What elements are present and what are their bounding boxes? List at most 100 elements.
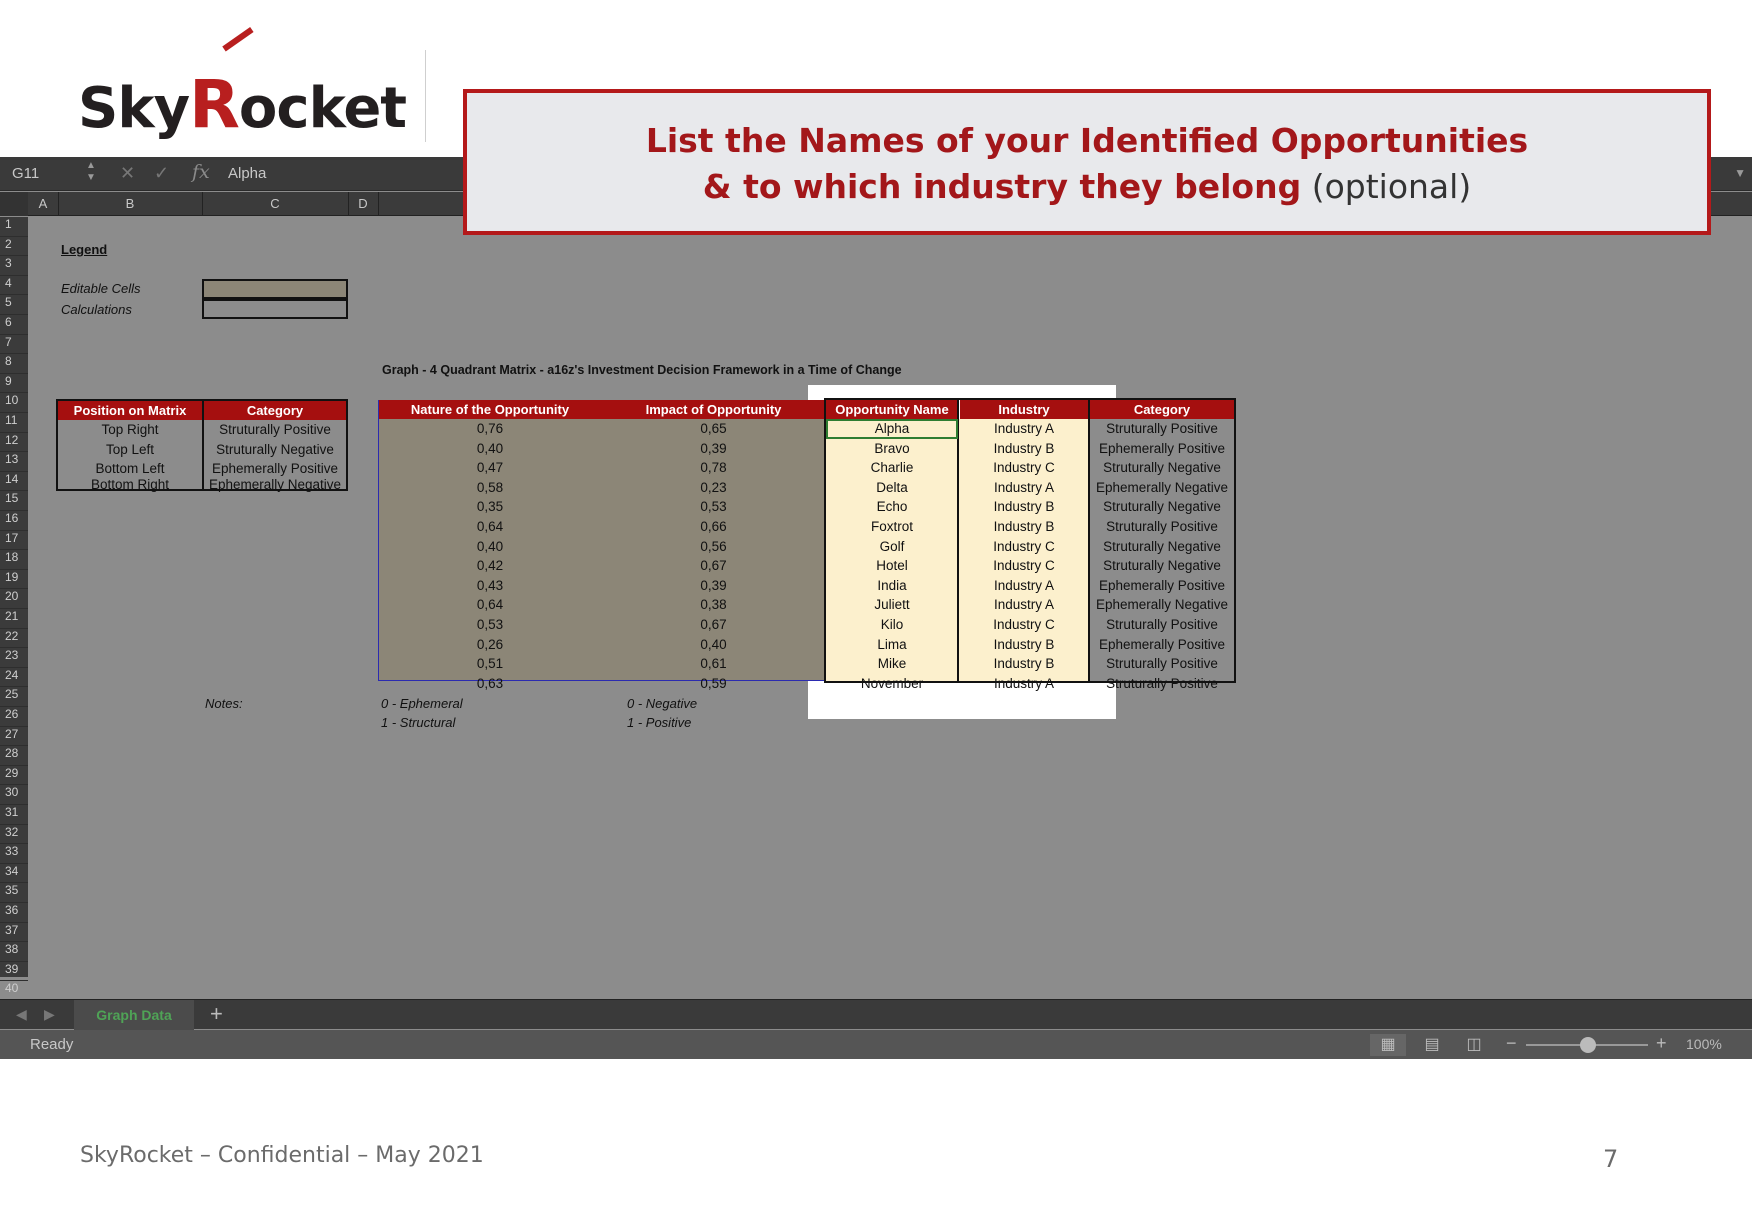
normal-view-icon[interactable]: ▦: [1370, 1034, 1406, 1056]
impact-cell[interactable]: 0,59: [601, 674, 826, 694]
row-number[interactable]: 14: [0, 472, 28, 492]
cancel-icon[interactable]: ✕: [120, 163, 135, 184]
zoom-in-button[interactable]: +: [1656, 1033, 1667, 1054]
formula-input[interactable]: Alpha: [228, 165, 266, 182]
row-number[interactable]: 7: [0, 335, 28, 355]
industry-cell[interactable]: Industry A: [960, 595, 1088, 615]
row-number[interactable]: 12: [0, 433, 28, 453]
matrix-cell[interactable]: Bottom Right: [58, 478, 202, 492]
industry-cell[interactable]: Industry B: [960, 517, 1088, 537]
function-icon[interactable]: fx: [192, 161, 210, 183]
row-number[interactable]: 19: [0, 570, 28, 590]
row-number[interactable]: 24: [0, 668, 28, 688]
category-cell[interactable]: Ephemerally Positive: [1090, 439, 1234, 459]
industry-cell[interactable]: Industry C: [960, 458, 1088, 478]
opportunity-name-cell[interactable]: Bravo: [826, 439, 958, 459]
opportunity-name-cell[interactable]: Foxtrot: [826, 517, 958, 537]
category-cell[interactable]: Struturally Positive: [1090, 615, 1234, 635]
row-number[interactable]: 20: [0, 589, 28, 609]
impact-cell[interactable]: 0,53: [601, 497, 826, 517]
column-b[interactable]: B: [58, 196, 202, 211]
category-cell[interactable]: Ephemerally Positive: [1090, 635, 1234, 655]
nature-cell[interactable]: 0,51: [379, 654, 601, 674]
row-number[interactable]: 23: [0, 648, 28, 668]
impact-cell[interactable]: 0,40: [601, 635, 826, 655]
row-number[interactable]: 32: [0, 825, 28, 845]
row-number[interactable]: 10: [0, 393, 28, 413]
impact-cell[interactable]: 0,65: [601, 419, 826, 439]
row-number[interactable]: 11: [0, 413, 28, 433]
impact-cell[interactable]: 0,66: [601, 517, 826, 537]
category-cell[interactable]: Struturally Negative: [1090, 556, 1234, 576]
add-sheet-button[interactable]: +: [210, 1001, 223, 1027]
category-cell[interactable]: Ephemerally Negative: [1090, 478, 1234, 498]
impact-cell[interactable]: 0,67: [601, 556, 826, 576]
row-number[interactable]: 34: [0, 864, 28, 884]
nature-cell[interactable]: 0,76: [379, 419, 601, 439]
row-number[interactable]: 9: [0, 374, 28, 394]
opportunity-name-cell[interactable]: November: [826, 674, 958, 694]
row-number[interactable]: 22: [0, 629, 28, 649]
nature-cell[interactable]: 0,26: [379, 635, 601, 655]
row-number[interactable]: 3: [0, 256, 28, 276]
impact-cell[interactable]: 0,39: [601, 576, 826, 596]
row-number[interactable]: 8: [0, 354, 28, 374]
row-number[interactable]: 29: [0, 766, 28, 786]
name-box[interactable]: G11: [12, 165, 39, 182]
category-cell[interactable]: Ephemerally Positive: [1090, 576, 1234, 596]
category-cell[interactable]: Struturally Positive: [1090, 517, 1234, 537]
zoom-level[interactable]: 100%: [1686, 1036, 1722, 1052]
category-cell[interactable]: Struturally Positive: [1090, 674, 1234, 694]
confirm-icon[interactable]: ✓: [154, 163, 169, 184]
row-number[interactable]: 16: [0, 511, 28, 531]
opportunity-name-cell[interactable]: Hotel: [826, 556, 958, 576]
opportunity-name-cell[interactable]: Alpha: [826, 419, 958, 439]
matrix-cell[interactable]: Ephemerally Negative: [204, 478, 346, 492]
select-all-corner[interactable]: [0, 192, 28, 216]
name-box-stepper-icon[interactable]: ▲ ▼: [86, 160, 96, 184]
row-number[interactable]: 21: [0, 609, 28, 629]
row-number[interactable]: 25: [0, 687, 28, 707]
nature-cell[interactable]: 0,53: [379, 615, 601, 635]
industry-cell[interactable]: Industry B: [960, 497, 1088, 517]
nature-cell[interactable]: 0,58: [379, 478, 601, 498]
row-number[interactable]: 33: [0, 844, 28, 864]
tab-prev-icon[interactable]: ◀: [16, 1006, 27, 1023]
matrix-cell[interactable]: Top Right: [58, 420, 202, 440]
industry-cell[interactable]: Industry A: [960, 478, 1088, 498]
column-d[interactable]: D: [348, 196, 378, 211]
row-number[interactable]: 4: [0, 276, 28, 296]
category-cell[interactable]: Struturally Positive: [1090, 419, 1234, 439]
impact-cell[interactable]: 0,78: [601, 458, 826, 478]
industry-cell[interactable]: Industry A: [960, 576, 1088, 596]
nature-cell[interactable]: 0,42: [379, 556, 601, 576]
page-break-view-icon[interactable]: ◫: [1456, 1034, 1492, 1056]
impact-cell[interactable]: 0,61: [601, 654, 826, 674]
row-number[interactable]: 15: [0, 491, 28, 511]
row-number[interactable]: 31: [0, 805, 28, 825]
zoom-out-button[interactable]: −: [1506, 1033, 1517, 1054]
row-number[interactable]: 26: [0, 707, 28, 727]
row-number[interactable]: 39: [0, 962, 28, 982]
row-number[interactable]: 6: [0, 315, 28, 335]
matrix-cell[interactable]: Top Left: [58, 440, 202, 460]
row-number[interactable]: 5: [0, 295, 28, 315]
matrix-cell[interactable]: Struturally Positive: [204, 420, 346, 440]
category-cell[interactable]: Struturally Negative: [1090, 497, 1234, 517]
nature-cell[interactable]: 0,35: [379, 497, 601, 517]
page-layout-view-icon[interactable]: ▤: [1414, 1034, 1450, 1056]
nature-cell[interactable]: 0,63: [379, 674, 601, 694]
opportunity-name-cell[interactable]: Juliett: [826, 595, 958, 615]
industry-cell[interactable]: Industry C: [960, 556, 1088, 576]
nature-cell[interactable]: 0,40: [379, 439, 601, 459]
row-number[interactable]: 13: [0, 452, 28, 472]
opportunity-name-cell[interactable]: Echo: [826, 497, 958, 517]
nature-cell[interactable]: 0,64: [379, 595, 601, 615]
zoom-slider-handle[interactable]: [1580, 1037, 1596, 1053]
impact-cell[interactable]: 0,39: [601, 439, 826, 459]
matrix-cell[interactable]: Bottom Left: [58, 459, 202, 479]
industry-cell[interactable]: Industry B: [960, 635, 1088, 655]
row-number[interactable]: 27: [0, 727, 28, 747]
impact-cell[interactable]: 0,23: [601, 478, 826, 498]
industry-cell[interactable]: Industry B: [960, 439, 1088, 459]
